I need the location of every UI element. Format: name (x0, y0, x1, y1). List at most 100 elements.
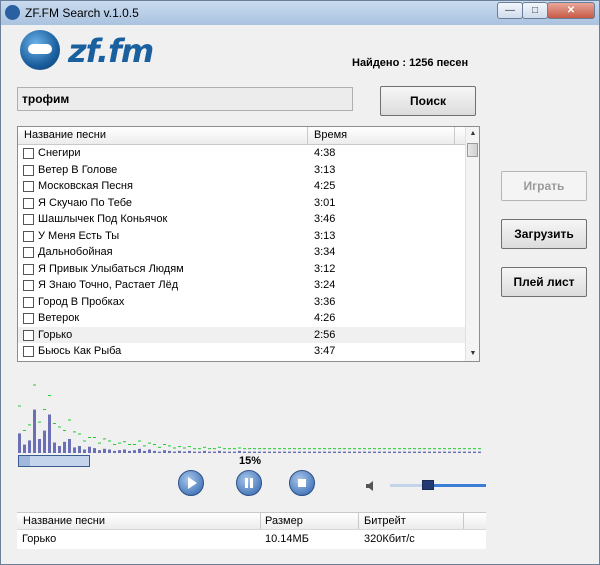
spectrum-bar (98, 450, 101, 453)
table-row[interactable]: Московская Песня 4:25 (18, 178, 465, 195)
table-row[interactable]: Ветерок 4:26 (18, 310, 465, 327)
spectrum-bar (288, 451, 291, 453)
spectrum-bar (403, 451, 406, 453)
table-row[interactable]: Город В Пробках 3:36 (18, 294, 465, 311)
song-checkbox[interactable] (23, 214, 34, 225)
song-checkbox[interactable] (23, 263, 34, 275)
volume-thumb[interactable] (422, 480, 434, 490)
column-header-size[interactable]: Размер (265, 515, 303, 527)
song-name: Я Скучаю По Тебе (38, 196, 133, 209)
song-checkbox[interactable] (23, 181, 34, 192)
search-input[interactable] (17, 87, 353, 111)
spectrum-peak (293, 448, 296, 450)
spectrum-peak (228, 448, 231, 450)
table-row[interactable]: Дальнобойная 3:34 (18, 244, 465, 261)
spectrum-bar (228, 451, 231, 453)
scroll-thumb[interactable] (467, 143, 478, 157)
spectrum-peak (183, 447, 186, 449)
column-header-bitrate[interactable]: Битрейт (364, 515, 406, 527)
spectrum-bar (303, 451, 306, 453)
table-row[interactable]: Я Знаю Точно, Растает Лёд 3:24 (18, 277, 465, 294)
search-button[interactable]: Поиск (380, 86, 476, 116)
song-checkbox[interactable] (23, 280, 34, 291)
song-time: 3:36 (314, 295, 336, 308)
spectrum-bar (278, 451, 281, 453)
spectrum-peak (373, 448, 376, 450)
spectrum-peak (393, 448, 396, 450)
vertical-scrollbar[interactable]: ▲ ▼ (465, 127, 479, 361)
spectrum-bar (78, 446, 81, 453)
maximize-button[interactable]: □ (522, 2, 548, 19)
spectrum-bar (383, 451, 386, 453)
column-separator[interactable] (454, 127, 455, 144)
column-header-name[interactable]: Название песни (23, 515, 105, 527)
minimize-button[interactable]: — (497, 2, 523, 19)
spectrum-peak (298, 448, 301, 450)
table-row[interactable]: Я Привык Улыбаться Людям 3:12 (18, 261, 465, 278)
song-checkbox[interactable] (23, 148, 34, 159)
table-row[interactable]: Горько 2:56 (18, 326, 465, 343)
song-checkbox[interactable] (23, 247, 34, 258)
scroll-up-icon[interactable]: ▲ (466, 127, 479, 141)
song-checkbox[interactable] (23, 296, 34, 308)
stop-control[interactable] (289, 470, 315, 496)
song-checkbox[interactable] (23, 313, 34, 324)
table-row[interactable]: Ветер В Голове 3:13 (18, 162, 465, 179)
table-row[interactable]: У Меня Есть Ты 3:13 (18, 228, 465, 245)
spectrum-peak (138, 440, 141, 442)
volume-track[interactable] (390, 484, 422, 487)
pause-control[interactable] (236, 470, 262, 496)
spectrum-peak (473, 448, 476, 450)
volume-slider[interactable] (390, 480, 486, 490)
volume-track-fill[interactable] (434, 484, 486, 487)
column-separator[interactable] (358, 513, 359, 529)
spectrum-peak (468, 448, 471, 450)
spectrum-peak (313, 448, 316, 450)
download-button[interactable]: Загрузить (501, 219, 587, 249)
table-row[interactable]: Шашлычек Под Коньячок 3:46 (18, 211, 465, 228)
song-time: 3:13 (314, 229, 336, 242)
spectrum-bar (58, 446, 61, 453)
song-checkbox[interactable] (23, 346, 34, 357)
playlist-button[interactable]: Плей лист (501, 267, 587, 297)
spectrum-bar (363, 451, 366, 453)
title-bar[interactable]: ZF.FM Search v.1.0.5 — □ ✕ (1, 1, 599, 25)
song-rows: Снегири 4:38 Ветер В Голове 3:13 Московская … (18, 145, 465, 360)
table-row[interactable]: Бьюсь Как Рыба 3:47 (18, 343, 465, 360)
spectrum-peak (38, 421, 41, 423)
song-list-header: Название песни Время (18, 127, 465, 145)
spectrum-peak (478, 448, 481, 450)
song-checkbox[interactable] (23, 329, 34, 341)
spectrum-bar (188, 450, 191, 453)
spectrum-peak (148, 442, 151, 444)
spectrum-peak (113, 444, 116, 445)
column-separator[interactable] (463, 513, 464, 529)
spectrum-peak (168, 445, 171, 447)
download-song-name: Горько (22, 533, 57, 545)
song-list[interactable]: Название песни Время Снегири 4:38 Ветер В … (17, 126, 480, 362)
spectrum-bar (263, 451, 266, 453)
spectrum-bar (458, 451, 461, 453)
spectrum-bar (213, 451, 216, 453)
table-row[interactable]: Я Скучаю По Тебе 3:01 (18, 195, 465, 212)
column-header-name[interactable]: Название песни (24, 129, 106, 141)
close-button[interactable]: ✕ (547, 2, 595, 19)
play-control[interactable] (178, 470, 204, 496)
column-separator[interactable] (307, 127, 308, 144)
spectrum-peak (303, 448, 306, 450)
column-header-time[interactable]: Время (314, 129, 347, 141)
speaker-icon[interactable] (364, 479, 378, 493)
column-separator[interactable] (260, 513, 261, 529)
spectrum-peak (123, 441, 126, 443)
play-song-button[interactable]: Играть (501, 171, 587, 201)
song-checkbox[interactable] (23, 230, 34, 242)
spectrum-peak (58, 426, 61, 428)
results-count: Найдено : 1256 песен (352, 57, 469, 69)
table-row[interactable]: Снегири 4:38 (18, 145, 465, 162)
song-checkbox[interactable] (23, 197, 34, 209)
song-checkbox[interactable] (23, 164, 34, 176)
spectrum-peak (213, 448, 216, 450)
client-area: zf.fm Найдено : 1256 песен Поиск Названи… (8, 25, 592, 559)
scroll-down-icon[interactable]: ▼ (466, 347, 479, 361)
spectrum-peak (218, 446, 221, 448)
